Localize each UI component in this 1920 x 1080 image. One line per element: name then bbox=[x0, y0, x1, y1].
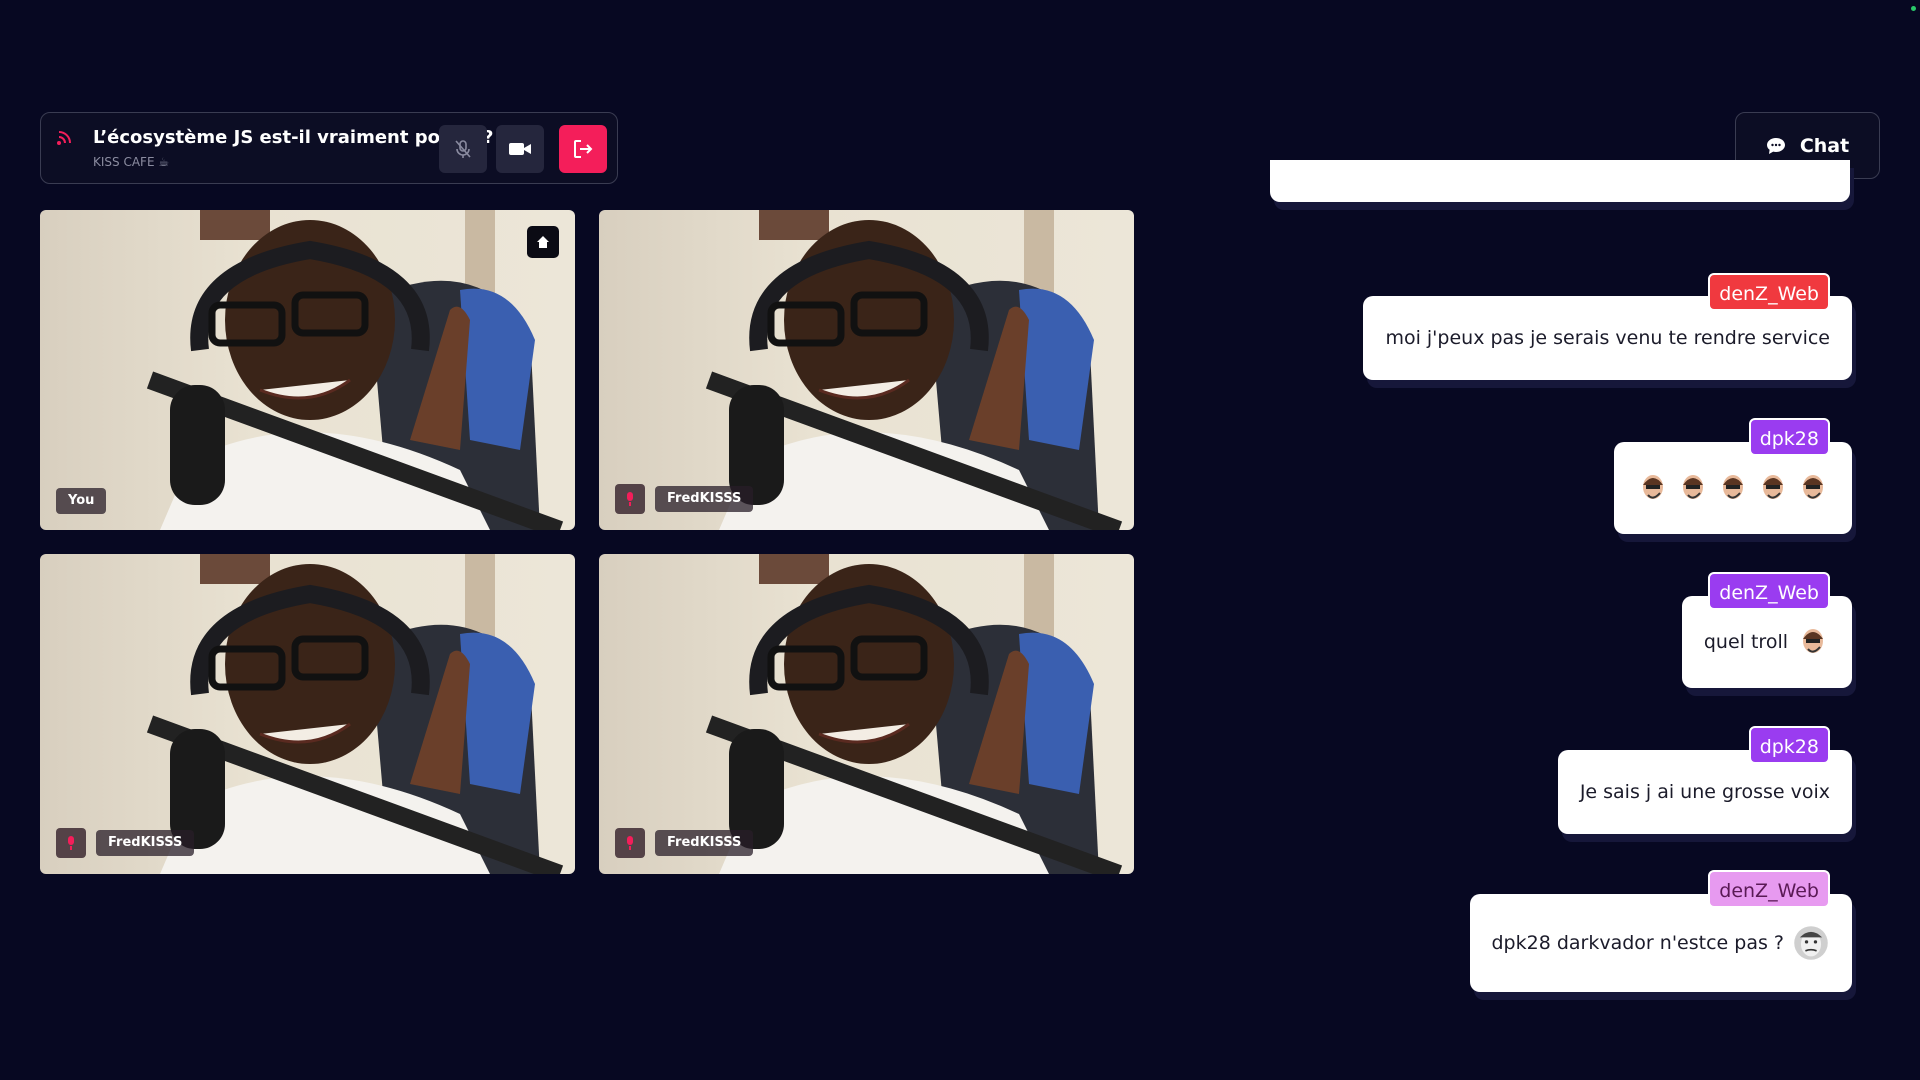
chat-message-text: Je sais j ai une grosse voix bbox=[1579, 781, 1830, 803]
chat-button-label: Chat bbox=[1799, 134, 1850, 157]
chat-author: dpk28 bbox=[1748, 726, 1830, 764]
status-dot bbox=[1911, 6, 1916, 11]
mic-muted-icon bbox=[455, 140, 471, 158]
emote-icon bbox=[1803, 629, 1823, 653]
mic-muted-icon bbox=[627, 836, 633, 850]
participant-name-tag: FredKISSS bbox=[96, 830, 195, 856]
chat-author: dpk28 bbox=[1748, 418, 1830, 456]
chat-author: denZ_Web bbox=[1708, 273, 1830, 311]
video-tile[interactable]: You bbox=[40, 210, 575, 530]
emote-icon bbox=[1723, 475, 1743, 499]
participant-name-tag: You bbox=[56, 488, 107, 514]
muted-indicator bbox=[615, 828, 645, 858]
muted-indicator bbox=[56, 828, 86, 858]
chat-message-text: quel troll bbox=[1703, 631, 1788, 653]
mic-muted-icon bbox=[68, 836, 74, 850]
participant-video bbox=[705, 210, 1123, 530]
room-title: L’écosystème JS est-il vraiment pourri ? bbox=[93, 127, 494, 148]
chat-message-cut bbox=[1270, 160, 1850, 202]
emote-icon bbox=[1643, 475, 1663, 499]
video-tile[interactable]: FredKISSS bbox=[40, 554, 575, 874]
video-tile[interactable]: FredKISSS bbox=[599, 554, 1134, 874]
chat-message-text: moi j'peux pas je serais venu te rendre … bbox=[1385, 327, 1830, 349]
participant-name-tag: FredKISSS bbox=[655, 830, 754, 856]
home-icon bbox=[537, 236, 549, 248]
leave-button[interactable] bbox=[559, 125, 607, 173]
camera-toggle-button[interactable] bbox=[496, 125, 544, 173]
mic-toggle-button[interactable] bbox=[439, 125, 487, 173]
video-tile[interactable]: FredKISSS bbox=[599, 210, 1134, 530]
chat-message-text: dpk28 darkvador n'estce pas ? bbox=[1491, 932, 1785, 954]
emote-icon bbox=[1763, 475, 1783, 499]
muted-indicator bbox=[615, 484, 645, 514]
emote-icon bbox=[1803, 475, 1823, 499]
leave-icon bbox=[574, 140, 593, 158]
participant-video bbox=[146, 210, 564, 530]
chat-author: denZ_Web bbox=[1708, 870, 1830, 908]
host-badge bbox=[527, 226, 559, 258]
chat-author: denZ_Web bbox=[1708, 572, 1830, 610]
mic-muted-icon bbox=[627, 492, 633, 506]
participant-video bbox=[146, 554, 564, 874]
chat-bubble-icon bbox=[1766, 137, 1785, 154]
room-header: L’écosystème JS est-il vraiment pourri ?… bbox=[40, 112, 618, 184]
signal-icon bbox=[57, 131, 71, 145]
emote-icon bbox=[1794, 926, 1828, 960]
participant-video bbox=[705, 554, 1123, 874]
emote-icon bbox=[1683, 475, 1703, 499]
camera-icon bbox=[509, 143, 531, 155]
room-subtitle: KISS CAFE ☕ bbox=[93, 155, 170, 169]
participant-name-tag: FredKISSS bbox=[655, 486, 754, 512]
